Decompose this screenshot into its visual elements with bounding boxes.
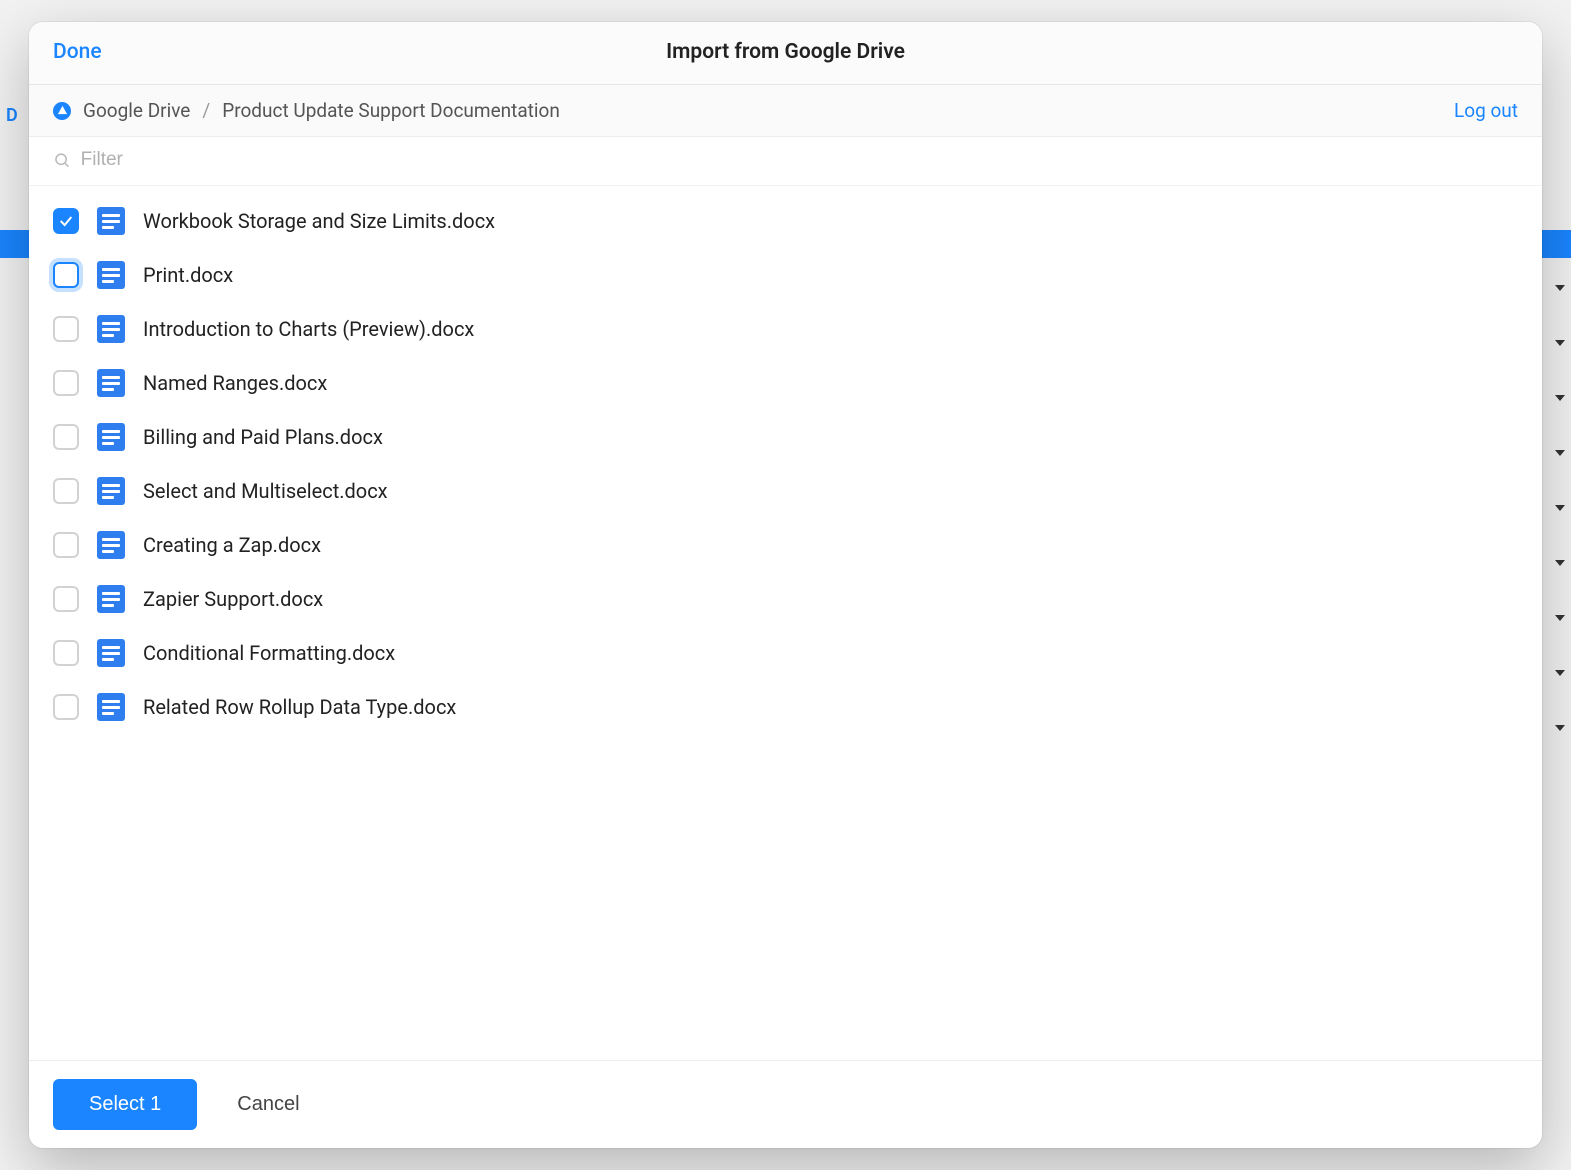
file-name-label: Creating a Zap.docx [143,533,321,557]
file-checkbox[interactable] [53,640,79,666]
file-checkbox[interactable] [53,424,79,450]
document-icon [97,369,125,397]
file-name-label: Named Ranges.docx [143,371,327,395]
file-checkbox[interactable] [53,262,79,288]
file-checkbox[interactable] [53,532,79,558]
background-partial-text: D [6,105,18,126]
document-icon [97,423,125,451]
file-row[interactable]: Select and Multiselect.docx [47,464,1524,518]
file-row[interactable]: Conditional Formatting.docx [47,626,1524,680]
file-row[interactable]: Introduction to Charts (Preview).docx [47,302,1524,356]
document-icon [97,477,125,505]
document-icon [97,639,125,667]
file-row[interactable]: Zapier Support.docx [47,572,1524,626]
file-row[interactable]: Billing and Paid Plans.docx [47,410,1524,464]
file-name-label: Zapier Support.docx [143,587,323,611]
document-icon [97,261,125,289]
document-icon [97,531,125,559]
document-icon [97,693,125,721]
done-button[interactable]: Done [53,40,102,64]
file-checkbox[interactable] [53,694,79,720]
breadcrumb-bar: Google Drive / Product Update Support Do… [29,85,1542,137]
logout-button[interactable]: Log out [1454,99,1518,122]
select-button[interactable]: Select 1 [53,1079,197,1130]
file-name-label: Billing and Paid Plans.docx [143,425,383,449]
file-row[interactable]: Workbook Storage and Size Limits.docx [47,194,1524,248]
file-row[interactable]: Related Row Rollup Data Type.docx [47,680,1524,734]
file-name-label: Related Row Rollup Data Type.docx [143,695,456,719]
breadcrumb-root[interactable]: Google Drive [83,99,190,122]
breadcrumb-current: Product Update Support Documentation [222,99,560,122]
document-icon [97,315,125,343]
google-drive-icon [53,102,71,120]
file-row[interactable]: Named Ranges.docx [47,356,1524,410]
search-icon [53,151,71,169]
file-row[interactable]: Creating a Zap.docx [47,518,1524,572]
file-name-label: Select and Multiselect.docx [143,479,388,503]
file-checkbox[interactable] [53,316,79,342]
breadcrumb-separator: / [202,99,210,122]
file-checkbox[interactable] [53,586,79,612]
file-checkbox[interactable] [53,370,79,396]
document-icon [97,585,125,613]
import-modal: Done Import from Google Drive Google Dri… [29,22,1542,1148]
file-name-label: Conditional Formatting.docx [143,641,395,665]
file-checkbox[interactable] [53,208,79,234]
file-name-label: Introduction to Charts (Preview).docx [143,317,474,341]
file-list[interactable]: Workbook Storage and Size Limits.docx Pri… [29,186,1542,1060]
file-name-label: Print.docx [143,263,233,287]
modal-header: Done Import from Google Drive [29,22,1542,85]
modal-footer: Select 1 Cancel [29,1060,1542,1148]
modal-title: Import from Google Drive [666,40,905,64]
file-row[interactable]: Print.docx [47,248,1524,302]
background-carets [1555,285,1565,780]
filter-input[interactable] [81,149,1518,171]
cancel-button[interactable]: Cancel [237,1093,299,1116]
document-icon [97,207,125,235]
file-checkbox[interactable] [53,478,79,504]
filter-row [29,137,1542,186]
file-name-label: Workbook Storage and Size Limits.docx [143,209,495,233]
breadcrumb: Google Drive / Product Update Support Do… [53,99,560,122]
